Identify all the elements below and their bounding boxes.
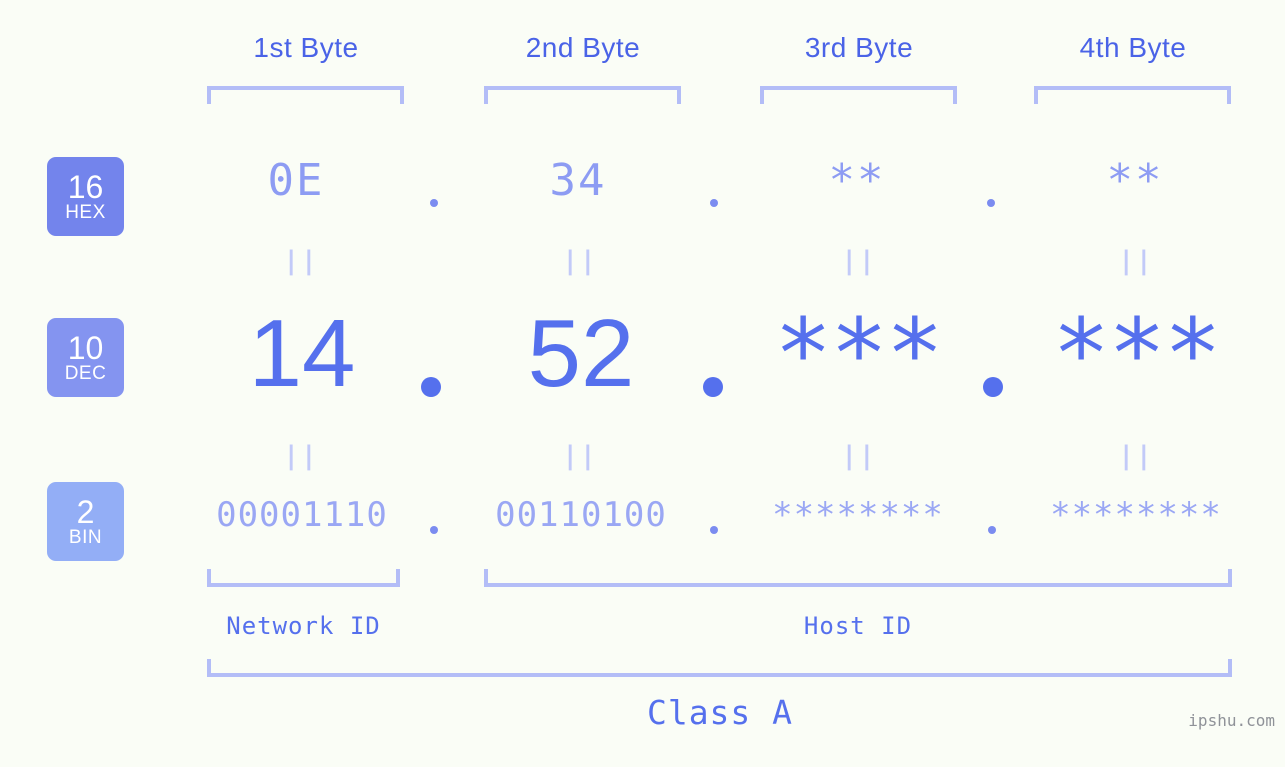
host-id-bracket bbox=[484, 569, 1232, 587]
equality-mark-hex-dec-1: || bbox=[283, 246, 319, 276]
equality-mark-dec-bin-2: || bbox=[562, 441, 598, 471]
equality-mark-dec-bin-4: || bbox=[1118, 441, 1154, 471]
bin-byte-3: ******** bbox=[772, 495, 944, 535]
byte-bracket-3 bbox=[760, 86, 957, 104]
class-bracket bbox=[207, 659, 1232, 677]
equality-mark-hex-dec-4: || bbox=[1118, 246, 1154, 276]
byte-header-3: 3rd Byte bbox=[804, 32, 914, 63]
base-badge-bin-number: 2 bbox=[76, 494, 95, 530]
base-badge-hex-name: HEX bbox=[65, 202, 106, 223]
hex-separator-dot-3 bbox=[987, 199, 995, 207]
dec-separator-dot-3 bbox=[983, 377, 1003, 397]
bin-separator-dot-1 bbox=[430, 526, 438, 534]
hex-separator-dot-2 bbox=[710, 199, 718, 207]
watermark: ipshu.com bbox=[1188, 711, 1275, 730]
class-label: Class A bbox=[646, 693, 794, 732]
byte-bracket-4 bbox=[1034, 86, 1231, 104]
base-badge-bin-name: BIN bbox=[68, 527, 103, 548]
bin-byte-1: 00001110 bbox=[216, 495, 388, 535]
bin-separator-dot-3 bbox=[988, 526, 996, 534]
dec-byte-1: 14 bbox=[248, 300, 356, 407]
base-badge-hex-number: 16 bbox=[67, 169, 104, 205]
base-badge-bin: 2 BIN bbox=[47, 482, 124, 561]
equality-mark-hex-dec-2: || bbox=[562, 246, 598, 276]
byte-header-2: 2nd Byte bbox=[525, 32, 641, 63]
base-badge-hex: 16 HEX bbox=[47, 157, 124, 236]
hex-byte-1: 0E bbox=[267, 155, 325, 206]
bin-byte-4: ******** bbox=[1050, 495, 1222, 535]
network-id-label: Network ID bbox=[226, 612, 381, 640]
equality-mark-dec-bin-3: || bbox=[841, 441, 877, 471]
hex-byte-4: ** bbox=[1106, 155, 1164, 206]
hex-byte-3: ** bbox=[828, 155, 886, 206]
base-badge-dec: 10 DEC bbox=[47, 318, 124, 397]
byte-bracket-2 bbox=[484, 86, 681, 104]
hex-separator-dot-1 bbox=[430, 199, 438, 207]
dec-byte-2: 52 bbox=[527, 300, 635, 407]
equality-mark-dec-bin-1: || bbox=[283, 441, 319, 471]
bin-separator-dot-2 bbox=[710, 526, 718, 534]
hex-byte-2: 34 bbox=[549, 155, 607, 206]
equality-mark-hex-dec-3: || bbox=[841, 246, 877, 276]
byte-bracket-1 bbox=[207, 86, 404, 104]
byte-header-1: 1st Byte bbox=[253, 32, 359, 63]
dec-separator-dot-2 bbox=[703, 377, 723, 397]
dec-byte-3: *** bbox=[774, 298, 943, 410]
ip-address-breakdown-diagram: 1st Byte 2nd Byte 3rd Byte 4th Byte 16 H… bbox=[0, 0, 1285, 767]
dec-byte-4: *** bbox=[1052, 298, 1221, 410]
host-id-label: Host ID bbox=[803, 612, 913, 640]
dec-separator-dot-1 bbox=[421, 377, 441, 397]
base-badge-dec-name: DEC bbox=[64, 363, 107, 384]
byte-header-4: 4th Byte bbox=[1079, 32, 1187, 63]
network-id-bracket bbox=[207, 569, 400, 587]
base-badge-dec-number: 10 bbox=[67, 330, 104, 366]
bin-byte-2: 00110100 bbox=[495, 495, 667, 535]
